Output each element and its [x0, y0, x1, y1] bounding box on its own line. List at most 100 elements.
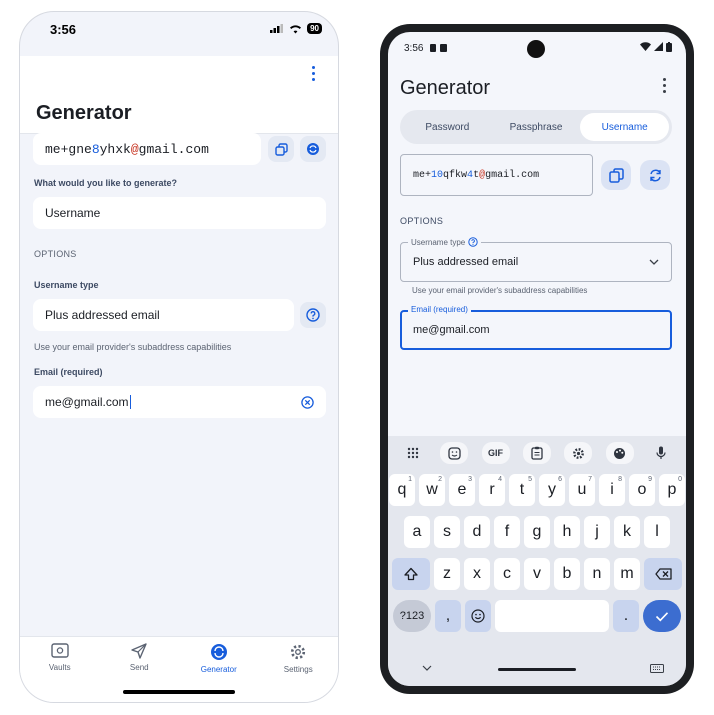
gear-icon: [291, 644, 306, 660]
send-icon: [131, 643, 147, 659]
ios-header: Generator: [20, 56, 338, 134]
tab-vaults[interactable]: Vaults: [25, 643, 95, 702]
key-c[interactable]: c: [494, 558, 520, 590]
key-j[interactable]: j: [584, 516, 610, 548]
options-header: OPTIONS: [400, 216, 444, 226]
generated-username-field: me+ gne 8 yhxk @ gmail.com: [33, 133, 261, 165]
generated-prefix: me+: [45, 141, 69, 157]
key-u[interactable]: u7: [569, 474, 595, 506]
chevron-down-icon[interactable]: [422, 665, 432, 671]
ios-status-bar: 3:56 90: [20, 12, 338, 52]
username-type-label: Username type: [34, 280, 99, 290]
username-type-value: Plus addressed email: [413, 256, 519, 268]
shift-icon: [404, 567, 418, 581]
ios-status-icons: 90: [270, 23, 322, 34]
home-indicator[interactable]: [123, 690, 235, 694]
username-type-select[interactable]: Plus addressed email: [33, 299, 294, 331]
android-status-bar: 3:56: [388, 32, 686, 60]
gesture-pill[interactable]: [498, 668, 576, 671]
generated-digit: 8: [91, 141, 100, 157]
microphone-icon[interactable]: [647, 442, 675, 464]
key-n[interactable]: n: [584, 558, 610, 590]
more-options-icon[interactable]: [308, 66, 318, 86]
username-type-select[interactable]: Plus addressed email: [400, 242, 672, 282]
android-status-icons: [640, 42, 672, 52]
key-h[interactable]: h: [554, 516, 580, 548]
key-f[interactable]: f: [494, 516, 520, 548]
sticker-icon[interactable]: [440, 442, 469, 464]
vault-icon: [51, 643, 69, 658]
emoji-icon: [471, 609, 485, 623]
key-z[interactable]: z: [434, 558, 460, 590]
chevron-down-icon: [649, 259, 659, 265]
copy-button[interactable]: [268, 136, 294, 162]
regenerate-button[interactable]: [300, 136, 326, 162]
backspace-key[interactable]: [644, 558, 682, 590]
key-x[interactable]: x: [464, 558, 490, 590]
key-m[interactable]: m: [614, 558, 640, 590]
clear-icon[interactable]: [301, 395, 314, 409]
gear-icon[interactable]: [564, 442, 593, 464]
tab-settings[interactable]: Settings: [263, 643, 333, 702]
keyboard-row-3: z x c v b n m: [388, 558, 686, 590]
key-o[interactable]: o9: [629, 474, 655, 506]
camera-cutout: [527, 40, 545, 58]
refresh-icon: [307, 143, 319, 155]
symbols-key[interactable]: ?123: [393, 600, 431, 632]
regenerate-button[interactable]: [640, 160, 670, 190]
email-input[interactable]: me@gmail.com: [33, 386, 326, 418]
generated-suffix: gmail.com: [485, 169, 540, 181]
tab-password[interactable]: Password: [403, 113, 492, 141]
options-header: OPTIONS: [34, 249, 77, 259]
key-y[interactable]: y6: [539, 474, 565, 506]
key-d[interactable]: d: [464, 516, 490, 548]
key-l[interactable]: l: [644, 516, 670, 548]
tab-label: Send: [129, 663, 149, 672]
keyboard-switch-icon[interactable]: [650, 664, 664, 673]
keyboard-toolbar: GIF: [388, 438, 686, 468]
generate-type-label: What would you like to generate?: [34, 178, 178, 188]
key-w[interactable]: w2: [419, 474, 445, 506]
key-a[interactable]: a: [404, 516, 430, 548]
email-input[interactable]: me@gmail.com: [400, 310, 672, 350]
key-b[interactable]: b: [554, 558, 580, 590]
gif-button[interactable]: GIF: [481, 442, 510, 464]
android-nav-bar: [388, 656, 686, 686]
generated-part: yhxk: [99, 141, 131, 157]
space-key[interactable]: [495, 600, 609, 632]
more-options-icon[interactable]: [660, 78, 668, 98]
android-status-time: 3:56: [404, 43, 424, 54]
palette-icon[interactable]: [605, 442, 634, 464]
key-q[interactable]: q1: [389, 474, 415, 506]
key-g[interactable]: g: [524, 516, 550, 548]
key-t[interactable]: t5: [509, 474, 535, 506]
username-type-help-button[interactable]: [300, 302, 326, 328]
signal-icon: [654, 42, 663, 51]
android-device: 3:56 Generator Password Passphrase Usern…: [380, 24, 694, 694]
help-icon[interactable]: [468, 237, 478, 247]
generate-type-select[interactable]: Username: [33, 197, 326, 229]
tab-passphrase[interactable]: Passphrase: [492, 113, 581, 141]
key-r[interactable]: r4: [479, 474, 505, 506]
period-key[interactable]: .: [613, 600, 639, 632]
emoji-key[interactable]: [465, 600, 491, 632]
clipboard-icon[interactable]: [522, 442, 551, 464]
tab-username[interactable]: Username: [580, 113, 670, 141]
copy-button[interactable]: [601, 160, 631, 190]
comma-key[interactable]: ,: [435, 600, 461, 632]
tab-label: Vaults: [48, 663, 71, 672]
sim-icon: [430, 44, 436, 52]
key-i[interactable]: i8: [599, 474, 625, 506]
username-type-label: Username type: [408, 237, 482, 247]
generator-icon: [210, 644, 227, 660]
apps-grid-icon[interactable]: [399, 442, 427, 464]
key-k[interactable]: k: [614, 516, 640, 548]
key-v[interactable]: v: [524, 558, 550, 590]
generated-username-field: me+ 10 qfkw 4 t @ gmail.com: [400, 154, 593, 196]
enter-key[interactable]: [643, 600, 681, 632]
shift-key[interactable]: [392, 558, 430, 590]
help-icon: [306, 308, 320, 322]
key-e[interactable]: e3: [449, 474, 475, 506]
key-p[interactable]: p0: [659, 474, 685, 506]
key-s[interactable]: s: [434, 516, 460, 548]
